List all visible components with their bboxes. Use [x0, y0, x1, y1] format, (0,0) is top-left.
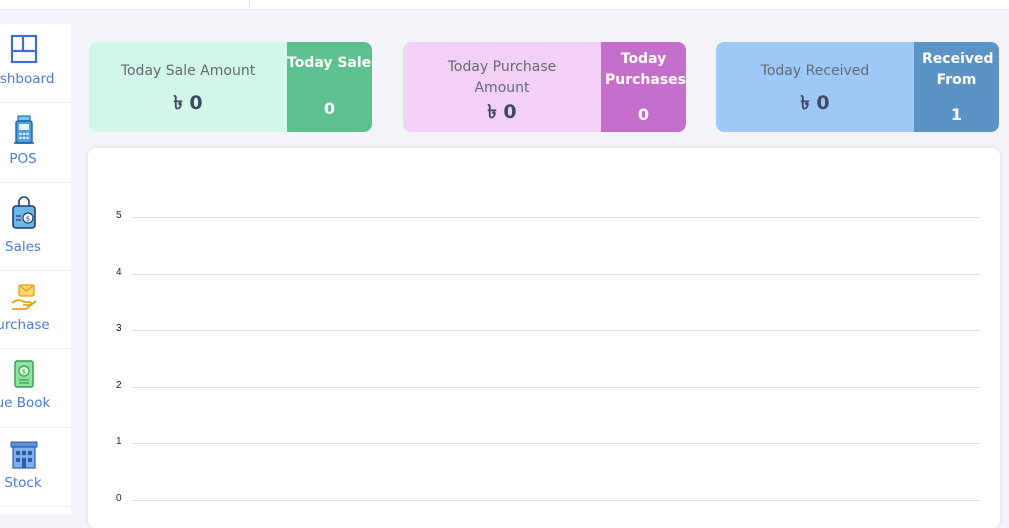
today-purchases-title: Today Purchases [605, 51, 686, 88]
sidebar-item-sales[interactable]: $ Sales [0, 183, 71, 271]
top-bar-divider [249, 0, 250, 9]
today-received-title: Today Received [760, 63, 870, 79]
today-purchases-count: 0 [637, 105, 650, 124]
sidebar-item-label: ue Book [0, 395, 51, 411]
today-sale-amount-panel: Today Sale Amount ৳ 0 [89, 42, 287, 132]
sidebar-item-label: POS [9, 151, 37, 167]
today-sales-count: 0 [323, 99, 336, 118]
chart-gridline [132, 386, 980, 388]
pos-terminal-icon [14, 115, 34, 144]
today-sale-card: Today Sale Amount ৳ 0 Today Sales 0 [89, 42, 372, 132]
sidebar-item-due-book[interactable]: $ ue Book [0, 349, 71, 428]
today-purchase-card: Today Purchase Amount ৳ 0 Today Purchase… [403, 42, 686, 132]
received-from-count-panel: Received From 1 [914, 42, 999, 132]
today-purchase-amount-title: Today Purchase Amount [447, 59, 557, 96]
y-tick-label: 2 [116, 379, 122, 391]
today-purchase-amount-value: ৳ 0 [487, 101, 517, 123]
y-tick-label: 1 [116, 436, 122, 448]
y-tick-label: 3 [116, 323, 122, 335]
due-book-icon: $ [14, 360, 34, 388]
chart-gridline [132, 273, 980, 275]
today-received-amount-value: ৳ 0 [800, 92, 830, 114]
sidebar-item-label: Stock [4, 475, 42, 491]
shopping-bag-icon: $ [12, 196, 36, 229]
chart-gridline [132, 443, 980, 445]
today-purchase-amount-panel: Today Purchase Amount ৳ 0 [403, 42, 601, 132]
today-received-amount-panel: Today Received ৳ 0 [716, 42, 914, 132]
sidebar-item-dashboard[interactable]: ashboard [0, 24, 71, 103]
svg-text:$: $ [22, 368, 26, 376]
received-from-title: Received From [922, 51, 994, 88]
chart-gridline [132, 500, 980, 501]
today-sale-amount-title: Today Sale Amount [120, 63, 256, 79]
sidebar-item-label: urchase [0, 317, 50, 333]
sidebar-item-stock[interactable]: Stock [0, 428, 71, 507]
sales-chart-panel [88, 148, 1000, 528]
sidebar-item-label: Sales [5, 239, 41, 255]
chart-gridline [132, 330, 980, 332]
stock-building-icon [10, 441, 38, 469]
sidebar: ashboard POS $ Sales [0, 24, 71, 514]
sidebar-item-pos[interactable]: POS [0, 103, 71, 183]
today-sales-count-panel: Today Sales 0 [287, 42, 372, 132]
y-tick-label: 4 [116, 266, 122, 278]
sidebar-item-label: ashboard [0, 71, 55, 87]
y-tick-label: 0 [116, 493, 122, 504]
y-tick-label: 5 [116, 210, 122, 221]
svg-text:$: $ [26, 215, 30, 223]
received-from-count: 1 [950, 105, 963, 124]
purchase-hand-icon [11, 284, 37, 310]
sidebar-item-purchase[interactable]: urchase [0, 271, 71, 349]
chart-gridline [132, 217, 980, 218]
top-bar [0, 0, 1009, 10]
dashboard-icon [10, 34, 38, 64]
today-sales-title: Today Sales [287, 55, 372, 71]
today-purchases-count-panel: Today Purchases 0 [601, 42, 686, 132]
today-received-card: Today Received ৳ 0 Received From 1 [716, 42, 999, 132]
today-sale-amount-value: ৳ 0 [173, 92, 203, 114]
